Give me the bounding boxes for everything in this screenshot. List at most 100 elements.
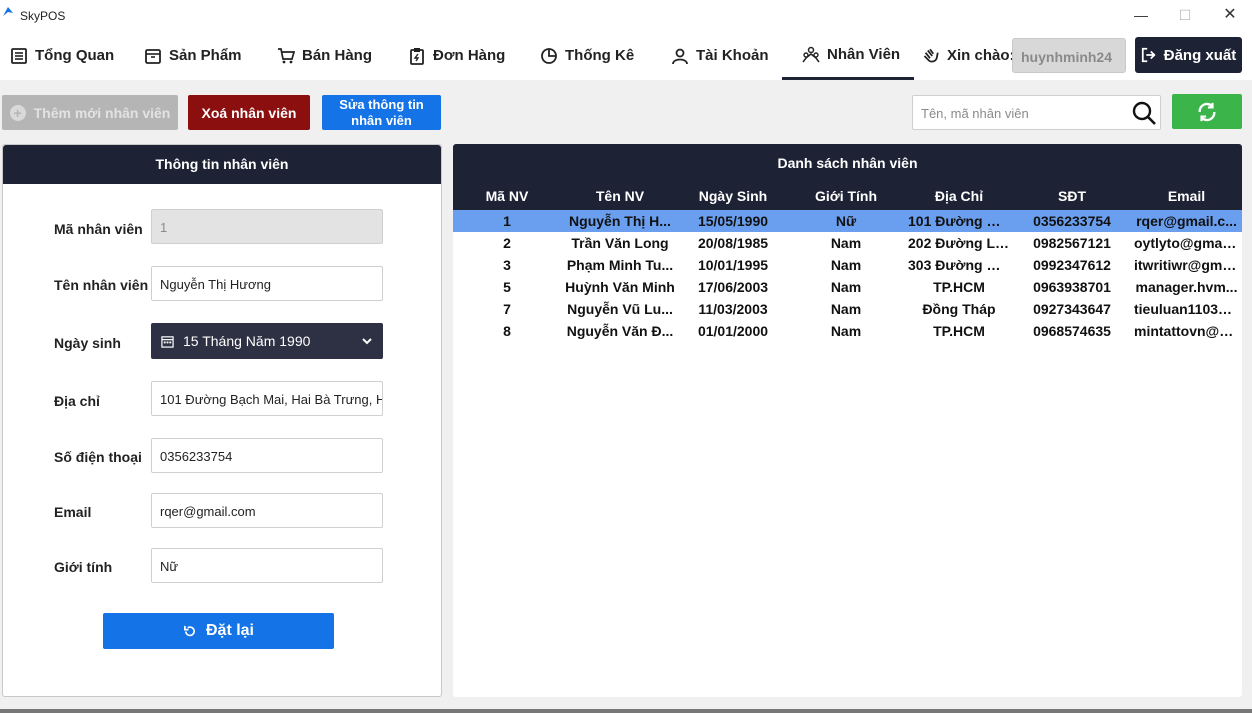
- table-row[interactable]: 1 Nguyễn Thị H... 15/05/1990 Nữ 101 Đường Bạ…: [453, 210, 1242, 232]
- table-cell: 7: [503, 301, 511, 317]
- column-header-address[interactable]: Địa Chỉ: [905, 182, 1013, 210]
- table-cell: 1: [453, 210, 561, 232]
- table-cell: TP.HCM: [933, 323, 985, 339]
- nav-label: Thống Kê: [565, 47, 635, 64]
- nav-nhan-vien[interactable]: Nhân Viên: [782, 31, 914, 80]
- table-cell: 3: [503, 257, 511, 273]
- table-cell: 303 Đường Ng...: [908, 257, 1013, 273]
- gender-field[interactable]: Nữ: [151, 548, 383, 583]
- table-cell: Trần Văn Long: [571, 235, 669, 251]
- minimize-button[interactable]: —: [1131, 5, 1151, 25]
- table-cell: Huỳnh Văn Minh: [565, 279, 675, 295]
- nav-tong-quan[interactable]: Tổng Quan: [10, 31, 114, 80]
- nav-don-hang[interactable]: Đơn Hàng: [408, 31, 505, 80]
- name-field[interactable]: Nguyễn Thị Hương: [151, 266, 383, 301]
- column-header-gender[interactable]: Giới Tính: [787, 182, 905, 210]
- dob-value: 15 Tháng Năm 1990: [183, 333, 311, 349]
- dob-date-picker[interactable]: 15 Tháng Năm 1990: [151, 323, 383, 359]
- refresh-icon: [1198, 102, 1216, 121]
- email-label: Email: [54, 504, 92, 520]
- add-employee-button[interactable]: + Thêm mới nhân viên: [2, 95, 178, 130]
- close-button[interactable]: ✕: [1220, 5, 1240, 25]
- nav-thong-ke[interactable]: Thống Kê: [540, 31, 634, 80]
- search-icon[interactable]: [1131, 100, 1157, 126]
- chevron-down-icon: [362, 338, 372, 345]
- table-cell: Nguyễn Thị H...: [561, 210, 679, 232]
- nav-label: Bán Hàng: [302, 47, 373, 64]
- table-cell: 11/03/2003: [698, 301, 768, 317]
- add-employee-label: Thêm mới nhân viên: [33, 104, 171, 121]
- maximize-button[interactable]: ☐: [1175, 5, 1195, 25]
- id-label: Mã nhân viên: [54, 221, 143, 237]
- delete-employee-button[interactable]: Xoá nhân viên: [188, 95, 310, 130]
- column-header-dob[interactable]: Ngày Sinh: [679, 182, 787, 210]
- search-input[interactable]: [921, 104, 1121, 122]
- table-cell: Đồng Tháp: [922, 301, 996, 317]
- username-field: huynhminh24: [1012, 38, 1126, 73]
- column-header-email[interactable]: Email: [1131, 182, 1242, 210]
- greeting: Xin chào:: [920, 31, 1015, 80]
- dob-label: Ngày sinh: [54, 335, 121, 351]
- table-cell: 17/06/2003: [697, 279, 769, 295]
- table-cell: 0992347612: [1033, 257, 1111, 273]
- name-label: Tên nhân viên: [54, 277, 149, 293]
- table-cell: manager.hvm...: [1135, 279, 1238, 295]
- table-cell: Nguyễn Văn Đ...: [566, 323, 674, 339]
- column-header-id[interactable]: Mã NV: [453, 182, 561, 210]
- table-cell: oytlyto@gmail...: [1134, 235, 1242, 251]
- nav-label: Tài Khoản: [696, 47, 769, 64]
- main-navbar: Tổng Quan Sản Phẩm Bán Hàng Đơn Hàng Thố…: [0, 31, 1252, 80]
- table-row[interactable]: 2 Trần Văn Long 20/08/1985 Nam 202 Đường Lê …: [453, 232, 1242, 254]
- table-row[interactable]: 3 Phạm Minh Tu... 10/01/1995 Nam 303 Đường N…: [453, 254, 1242, 276]
- list-icon: [11, 47, 27, 64]
- address-field[interactable]: 101 Đường Bạch Mai, Hai Bà Trưng, Hà Nội: [151, 381, 383, 416]
- table-cell: mintattovn@g...: [1134, 323, 1240, 339]
- table-cell: 202 Đường Lê ...: [908, 235, 1013, 251]
- table-cell: 5: [503, 279, 511, 295]
- nav-tai-khoan[interactable]: Tài Khoản: [671, 31, 769, 80]
- edit-employee-button[interactable]: Sửa thông tin nhân viên: [322, 95, 441, 130]
- nav-label: Tổng Quan: [35, 47, 115, 64]
- reset-button[interactable]: Đặt lại: [103, 613, 334, 649]
- nav-san-pham[interactable]: Sản Phẩm: [144, 31, 242, 80]
- table-cell: 20/08/1985: [697, 235, 769, 251]
- address-label: Địa chỉ: [54, 393, 100, 409]
- nav-ban-hang[interactable]: Bán Hàng: [277, 31, 372, 80]
- table-cell: tieuluan1103@...: [1134, 301, 1242, 317]
- clipboard-icon: [410, 47, 424, 65]
- table-cell: 101 Đường Bạ...: [905, 210, 1013, 232]
- table-cell: itwritiwr@gma...: [1134, 257, 1242, 273]
- greeting-label: Xin chào:: [947, 47, 1015, 64]
- table-cell: Nam: [830, 323, 862, 339]
- wave-hand-icon: [923, 48, 939, 62]
- table-cell: 10/01/1995: [697, 257, 769, 273]
- app-logo-icon: [3, 7, 13, 16]
- table-cell: Phạm Minh Tu...: [566, 257, 674, 273]
- employee-info-panel: Thông tin nhân viên Mã nhân viên 1 Tên n…: [2, 144, 442, 697]
- logout-button[interactable]: Đăng xuất: [1135, 37, 1242, 73]
- employee-table: Mã NV Tên NV Ngày Sinh Giới Tính Địa Chỉ…: [453, 182, 1242, 342]
- undo-icon: [184, 625, 195, 636]
- box-icon: [145, 48, 161, 64]
- table-cell: 2: [503, 235, 511, 251]
- calendar-icon: [161, 335, 174, 348]
- refresh-button[interactable]: [1172, 94, 1242, 129]
- table-cell: 8: [503, 323, 511, 339]
- phone-field[interactable]: 0356233754: [151, 438, 383, 473]
- window-bottom-border: [0, 709, 1252, 713]
- column-header-phone[interactable]: SĐT: [1013, 182, 1131, 210]
- column-header-name[interactable]: Tên NV: [561, 182, 679, 210]
- table-cell: Nam: [830, 257, 862, 273]
- plus-icon: +: [9, 104, 26, 121]
- table-cell: Nam: [830, 279, 862, 295]
- table-row[interactable]: 8 Nguyễn Văn Đ... 01/01/2000 Nam TP.HCM 09685…: [453, 320, 1242, 342]
- reset-label: Đặt lại: [205, 622, 254, 639]
- table-row[interactable]: 5 Huỳnh Văn Minh 17/06/2003 Nam TP.HCM 096393…: [453, 276, 1242, 298]
- employee-list-header: Danh sách nhân viên: [453, 144, 1242, 182]
- table-cell: 15/05/1990: [679, 210, 787, 232]
- table-row[interactable]: 7 Nguyễn Vũ Lu... 11/03/2003 Nam Đồng Tháp 09…: [453, 298, 1242, 320]
- employee-info-header: Thông tin nhân viên: [3, 145, 441, 184]
- email-field[interactable]: rqer@gmail.com: [151, 493, 383, 528]
- employee-list-panel: Danh sách nhân viên Mã NV Tên NV Ngày Si…: [453, 144, 1242, 697]
- table-cell: 01/01/2000: [697, 323, 769, 339]
